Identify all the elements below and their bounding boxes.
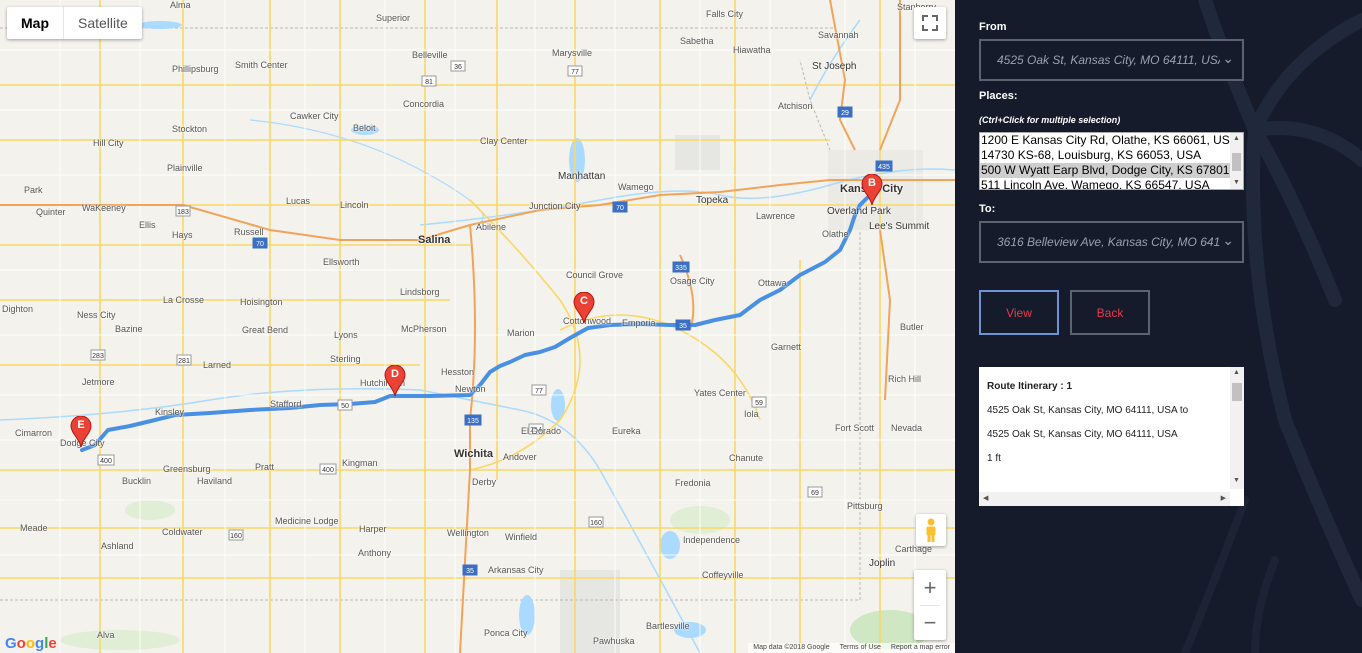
report-error-link[interactable]: Report a map error bbox=[886, 643, 955, 653]
map-attribution: Map data ©2018 Google Terms of Use Repor… bbox=[748, 643, 955, 653]
to-label: To: bbox=[979, 203, 996, 215]
shield-icon: 35 bbox=[675, 319, 691, 331]
route-panel: From 4525 Oak St, Kansas City, MO 64111,… bbox=[955, 0, 1362, 653]
shield-icon: 160 bbox=[228, 529, 244, 541]
map-type-map-button[interactable]: Map bbox=[7, 7, 64, 39]
shield-icon: 254 bbox=[528, 423, 544, 435]
to-select[interactable]: 3616 Belleview Ave, Kansas City, MO 6411… bbox=[979, 221, 1244, 263]
svg-text:400: 400 bbox=[100, 458, 112, 465]
shield-icon: 281 bbox=[176, 354, 192, 366]
itinerary-title: Route Itinerary : 1 bbox=[987, 381, 1073, 392]
shield-icon: 160 bbox=[588, 516, 604, 528]
itinerary-distance: 1 ft bbox=[987, 453, 1001, 464]
shield-icon: 69 bbox=[807, 486, 823, 498]
svg-text:35: 35 bbox=[466, 568, 474, 575]
places-hint: (Ctrl+Click for multiple selection) bbox=[979, 115, 1121, 125]
shield-icon: 36 bbox=[450, 60, 466, 72]
shield-icon: 50 bbox=[337, 399, 353, 411]
pegman-icon bbox=[926, 518, 936, 542]
back-button[interactable]: Back bbox=[1070, 290, 1150, 335]
places-label: Places: bbox=[979, 90, 1018, 102]
route-marker-b[interactable]: B bbox=[861, 173, 883, 206]
places-option[interactable]: 511 Lincoln Ave, Wamego, KS 66547, USA bbox=[980, 178, 1231, 189]
map-type-control: Map Satellite bbox=[7, 7, 142, 39]
shield-icon: 35 bbox=[462, 564, 478, 576]
fullscreen-icon bbox=[922, 15, 938, 31]
svg-text:69: 69 bbox=[811, 490, 819, 497]
shield-icon: 59 bbox=[751, 396, 767, 408]
shield-icon: 77 bbox=[531, 384, 547, 396]
places-scrollbar[interactable]: ▲ ▼ bbox=[1230, 133, 1243, 189]
svg-text:36: 36 bbox=[454, 64, 462, 71]
svg-text:70: 70 bbox=[616, 205, 624, 212]
svg-text:29: 29 bbox=[841, 110, 849, 117]
svg-text:160: 160 bbox=[230, 533, 242, 540]
view-button[interactable]: View bbox=[979, 290, 1059, 335]
shield-icon: 81 bbox=[421, 75, 437, 87]
google-logo: Google bbox=[5, 635, 57, 652]
shield-icon: 283 bbox=[90, 349, 106, 361]
svg-text:77: 77 bbox=[571, 69, 579, 76]
svg-text:35: 35 bbox=[679, 323, 687, 330]
from-select-value: 4525 Oak St, Kansas City, MO 64111, USA bbox=[997, 53, 1226, 67]
shield-icon: 335 bbox=[672, 261, 690, 273]
to-select-value: 3616 Belleview Ave, Kansas City, MO 6411… bbox=[997, 235, 1232, 249]
shield-icon: 183 bbox=[175, 205, 191, 217]
itinerary-horizontal-scrollbar[interactable]: ◀ ▶ bbox=[979, 492, 1230, 506]
from-label: From bbox=[979, 21, 1007, 33]
svg-text:135: 135 bbox=[467, 418, 479, 425]
map-canvas[interactable]: 81 36 77 183 70 70 335 135 35 35 435 29 … bbox=[0, 0, 955, 653]
svg-text:50: 50 bbox=[341, 403, 349, 410]
zoom-in-button[interactable]: + bbox=[914, 570, 946, 605]
svg-text:183: 183 bbox=[177, 209, 189, 216]
terms-link[interactable]: Terms of Use bbox=[835, 643, 886, 653]
svg-text:59: 59 bbox=[755, 400, 763, 407]
shield-icon: 70 bbox=[252, 237, 268, 249]
svg-text:400: 400 bbox=[322, 467, 334, 474]
shield-icon: 435 bbox=[875, 160, 893, 172]
svg-text:435: 435 bbox=[878, 164, 890, 171]
shield-icon: 29 bbox=[837, 106, 853, 118]
zoom-control: + − bbox=[914, 570, 946, 640]
shield-icon: 77 bbox=[567, 65, 583, 77]
map-data-credit: Map data ©2018 Google bbox=[753, 644, 830, 651]
svg-text:281: 281 bbox=[178, 358, 190, 365]
svg-text:160: 160 bbox=[590, 520, 602, 527]
svg-text:77: 77 bbox=[535, 388, 543, 395]
route-itinerary[interactable]: Route Itinerary : 1 4525 Oak St, Kansas … bbox=[979, 367, 1244, 506]
chevron-down-icon: ⌄ bbox=[1220, 232, 1234, 249]
itinerary-to: 4525 Oak St, Kansas City, MO 64111, USA bbox=[987, 429, 1178, 440]
shield-icon: 400 bbox=[97, 454, 115, 466]
svg-text:283: 283 bbox=[92, 353, 104, 360]
svg-text:81: 81 bbox=[425, 79, 433, 86]
chevron-down-icon: ⌄ bbox=[1220, 50, 1234, 67]
itinerary-vertical-scrollbar[interactable]: ▲ ▼ bbox=[1230, 367, 1244, 489]
route-marker-e[interactable]: E bbox=[70, 415, 92, 448]
shield-icon: 400 bbox=[319, 463, 337, 475]
street-view-pegman[interactable] bbox=[916, 514, 946, 546]
places-option[interactable]: 500 W Wyatt Earp Blvd, Dodge City, KS 67… bbox=[980, 163, 1231, 178]
svg-text:335: 335 bbox=[675, 265, 687, 272]
shield-icon: 135 bbox=[464, 414, 482, 426]
svg-text:254: 254 bbox=[530, 427, 542, 434]
places-option[interactable]: 14730 KS-68, Louisburg, KS 66053, USA bbox=[980, 148, 1231, 163]
zoom-out-button[interactable]: − bbox=[914, 605, 946, 640]
itinerary-from: 4525 Oak St, Kansas City, MO 64111, USA … bbox=[987, 405, 1189, 416]
places-option[interactable]: 1200 E Kansas City Rd, Olathe, KS 66061,… bbox=[980, 133, 1231, 148]
places-listbox[interactable]: 1200 E Kansas City Rd, Olathe, KS 66061,… bbox=[979, 132, 1244, 190]
route-marker-d[interactable]: D bbox=[384, 364, 406, 397]
from-select[interactable]: 4525 Oak St, Kansas City, MO 64111, USA … bbox=[979, 39, 1244, 81]
map[interactable]: 81 36 77 183 70 70 335 135 35 35 435 29 … bbox=[0, 0, 955, 653]
route-marker-c[interactable]: C bbox=[573, 291, 595, 324]
shield-icon: 70 bbox=[612, 201, 628, 213]
map-type-satellite-button[interactable]: Satellite bbox=[64, 7, 142, 39]
svg-text:70: 70 bbox=[256, 241, 264, 248]
fullscreen-button[interactable] bbox=[914, 7, 946, 39]
